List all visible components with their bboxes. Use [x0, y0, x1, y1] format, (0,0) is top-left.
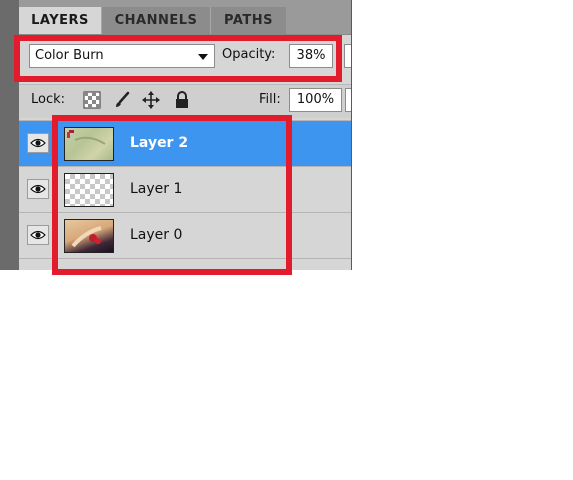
layer-name: Layer 2	[130, 135, 189, 151]
layer-name: Layer 0	[130, 227, 183, 243]
eye-icon	[30, 138, 46, 148]
eye-icon	[30, 184, 46, 194]
lock-label: Lock:	[31, 92, 66, 107]
lock-all-icon[interactable]	[173, 91, 191, 109]
lock-position-icon[interactable]	[142, 91, 160, 109]
panel-edge	[351, 0, 352, 270]
layer-row[interactable]: Layer 1	[19, 166, 351, 212]
layer-row-partial	[19, 258, 351, 270]
chevron-down-icon	[198, 54, 208, 60]
blend-mode-select[interactable]: Color Burn	[29, 44, 215, 68]
visibility-toggle[interactable]	[27, 133, 49, 153]
left-dark-strip	[0, 0, 19, 270]
visibility-toggle[interactable]	[27, 225, 49, 245]
tab-channels[interactable]: CHANNELS	[101, 7, 210, 34]
layer-row[interactable]: Layer 0	[19, 212, 351, 258]
layer-thumbnail	[64, 173, 114, 207]
fill-input[interactable]: 100%	[289, 88, 342, 112]
visibility-toggle[interactable]	[27, 179, 49, 199]
tab-layers[interactable]: LAYERS	[19, 7, 101, 34]
layer-thumbnail	[64, 219, 114, 253]
tab-bar-empty	[286, 7, 351, 34]
layer-thumbnail	[64, 127, 114, 161]
layers-panel: LAYERS CHANNELS PATHS Color Burn Opacity…	[19, 0, 351, 270]
blend-mode-value: Color Burn	[35, 48, 104, 63]
fill-label: Fill:	[259, 92, 281, 107]
layer-row[interactable]: Layer 2	[19, 120, 351, 166]
tab-paths[interactable]: PATHS	[210, 7, 286, 34]
opacity-label: Opacity:	[222, 47, 276, 62]
opacity-slider-button[interactable]	[344, 44, 351, 68]
lock-fill-row: Lock: Fill: 100%	[19, 84, 351, 118]
blend-opacity-row: Color Burn Opacity: 38%	[19, 35, 351, 79]
eye-icon	[30, 230, 46, 240]
opacity-input[interactable]: 38%	[289, 44, 333, 68]
panel-tabs: LAYERS CHANNELS PATHS	[19, 0, 351, 35]
lock-image-pixels-icon[interactable]	[113, 91, 131, 109]
lock-transparent-pixels-icon[interactable]	[83, 91, 101, 109]
layer-name: Layer 1	[130, 181, 183, 197]
